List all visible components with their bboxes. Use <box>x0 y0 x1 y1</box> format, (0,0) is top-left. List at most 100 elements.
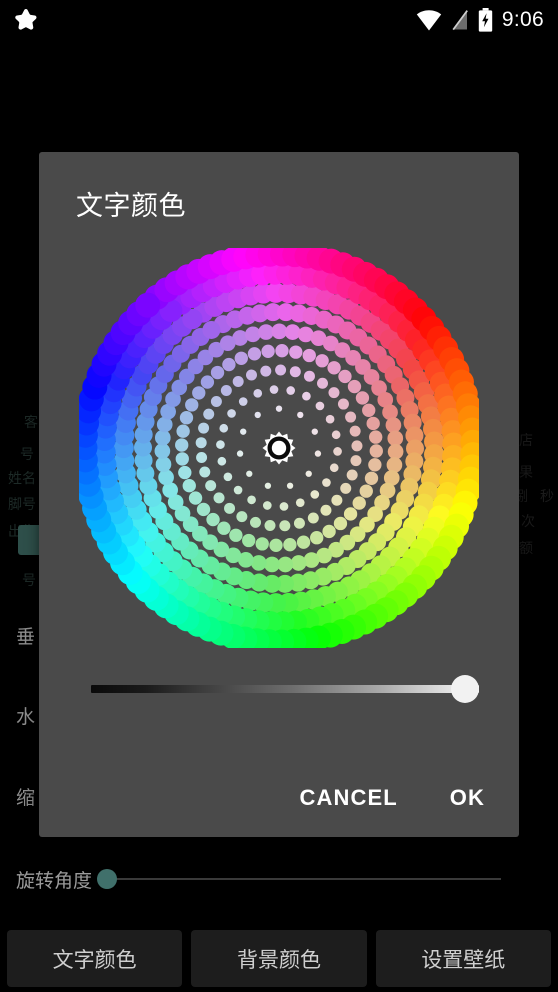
color-swatch-dot[interactable] <box>217 456 227 466</box>
color-swatch-dot[interactable] <box>264 556 280 573</box>
color-swatch-dot[interactable] <box>245 326 261 343</box>
color-swatch-dot[interactable] <box>242 533 256 548</box>
color-swatch-dot[interactable] <box>387 430 404 447</box>
color-swatch-dot[interactable] <box>223 472 233 482</box>
color-swatch-dot[interactable] <box>175 452 189 466</box>
color-swatch-dot[interactable] <box>154 429 171 446</box>
color-swatch-dot[interactable] <box>222 357 236 372</box>
color-swatch-dot[interactable] <box>303 552 320 568</box>
color-swatch-dot[interactable] <box>260 365 272 377</box>
color-swatch-dot[interactable] <box>195 437 207 449</box>
color-swatch-dot[interactable] <box>213 492 225 504</box>
brightness-slider-knob[interactable] <box>451 675 479 703</box>
color-swatch-dot[interactable] <box>253 388 263 398</box>
color-swatch-dot[interactable] <box>220 384 232 396</box>
color-swatch-dot[interactable] <box>283 538 297 552</box>
color-selector-ring[interactable] <box>262 431 296 465</box>
color-swatch-dot[interactable] <box>329 463 339 473</box>
color-swatch-dot[interactable] <box>236 450 244 457</box>
color-swatch-dot[interactable] <box>250 516 261 528</box>
color-swatch-dot[interactable] <box>310 531 324 545</box>
color-swatch-dot[interactable] <box>325 414 335 424</box>
color-swatch-dot[interactable] <box>284 324 301 340</box>
color-swatch-dot[interactable] <box>310 490 320 499</box>
color-swatch-dot[interactable] <box>185 398 199 412</box>
text-color-button[interactable]: 文字颜色 <box>7 930 183 987</box>
color-swatch-dot[interactable] <box>198 422 210 434</box>
color-swatch-dot[interactable] <box>289 366 301 378</box>
color-swatch-dot[interactable] <box>219 423 229 433</box>
color-swatch-dot[interactable] <box>320 504 332 516</box>
color-swatch-dot[interactable] <box>328 387 340 399</box>
color-swatch-dot[interactable] <box>232 376 244 388</box>
color-swatch-dot[interactable] <box>238 397 248 406</box>
color-swatch-dot[interactable] <box>261 344 275 358</box>
color-swatch-dot[interactable] <box>387 443 404 460</box>
color-swatch-dot[interactable] <box>293 517 305 529</box>
color-swatch-dot[interactable] <box>271 323 288 340</box>
color-swatch-dot[interactable] <box>369 444 383 458</box>
color-swatch-dot[interactable] <box>277 556 294 573</box>
color-swatch-dot[interactable] <box>311 428 318 435</box>
color-swatch-dot[interactable] <box>182 479 196 493</box>
color-swatch-dot[interactable] <box>175 438 189 452</box>
color-swatch-dot[interactable] <box>178 465 192 480</box>
color-swatch-dot[interactable] <box>219 335 236 351</box>
color-swatch-dot[interactable] <box>314 450 322 457</box>
color-swatch-dot[interactable] <box>199 466 211 478</box>
color-swatch-dot[interactable] <box>234 351 248 365</box>
brightness-slider[interactable] <box>91 671 491 707</box>
color-swatch-dot[interactable] <box>275 344 289 358</box>
color-swatch-dot[interactable] <box>203 408 215 420</box>
color-swatch-dot[interactable] <box>250 555 267 571</box>
color-swatch-dot[interactable] <box>286 386 296 395</box>
color-swatch-dot[interactable] <box>366 416 380 431</box>
color-swatch-dot[interactable] <box>346 469 358 481</box>
color-swatch-dot[interactable] <box>275 364 287 376</box>
ok-button[interactable]: OK <box>444 777 491 819</box>
color-swatch-dot[interactable] <box>135 292 161 318</box>
color-swatch-dot[interactable] <box>385 417 402 433</box>
color-swatch-dot[interactable] <box>331 494 343 506</box>
color-wheel[interactable] <box>79 248 479 648</box>
color-swatch-dot[interactable] <box>297 411 304 419</box>
color-swatch-dot[interactable] <box>202 320 221 339</box>
color-swatch-dot[interactable] <box>327 361 341 375</box>
color-swatch-dot[interactable] <box>279 502 289 511</box>
color-swatch-dot[interactable] <box>179 411 194 425</box>
color-swatch-dot[interactable] <box>196 502 211 517</box>
color-swatch-dot[interactable] <box>176 424 190 438</box>
color-swatch-dot[interactable] <box>258 324 274 340</box>
color-swatch-dot[interactable] <box>302 348 316 363</box>
color-swatch-dot[interactable] <box>290 555 307 571</box>
color-swatch-dot[interactable] <box>269 538 283 552</box>
color-swatch-dot[interactable] <box>210 365 225 380</box>
color-swatch-dot[interactable] <box>247 347 262 361</box>
rotation-angle-knob[interactable] <box>97 869 118 889</box>
color-swatch-dot[interactable] <box>386 457 403 473</box>
color-swatch-dot[interactable] <box>322 524 336 539</box>
color-swatch-dot[interactable] <box>279 520 291 532</box>
color-swatch-dot[interactable] <box>264 482 272 489</box>
brightness-slider-track[interactable] <box>91 685 479 693</box>
color-swatch-dot[interactable] <box>246 470 253 477</box>
color-swatch-dot[interactable] <box>216 440 225 449</box>
color-swatch-dot[interactable] <box>315 401 325 411</box>
color-swatch-dot[interactable] <box>233 485 243 495</box>
color-swatch-dot[interactable] <box>317 377 328 389</box>
color-swatch-dot[interactable] <box>247 495 256 505</box>
color-swatch-dot[interactable] <box>303 370 315 382</box>
color-swatch-dot[interactable] <box>340 482 352 494</box>
color-swatch-dot[interactable] <box>305 470 312 477</box>
color-swatch-dot[interactable] <box>295 498 305 508</box>
color-swatch-dot[interactable] <box>245 369 257 381</box>
color-swatch-dot[interactable] <box>210 395 222 407</box>
color-swatch-dot[interactable] <box>236 511 248 523</box>
color-swatch-dot[interactable] <box>362 403 376 417</box>
color-swatch-dot[interactable] <box>196 452 208 464</box>
color-swatch-dot[interactable] <box>262 501 272 510</box>
color-swatch-dot[interactable] <box>192 386 206 400</box>
set-wallpaper-button[interactable]: 设置壁纸 <box>375 930 551 987</box>
color-swatch-dot[interactable] <box>224 502 236 514</box>
color-swatch-dot[interactable] <box>345 411 357 423</box>
